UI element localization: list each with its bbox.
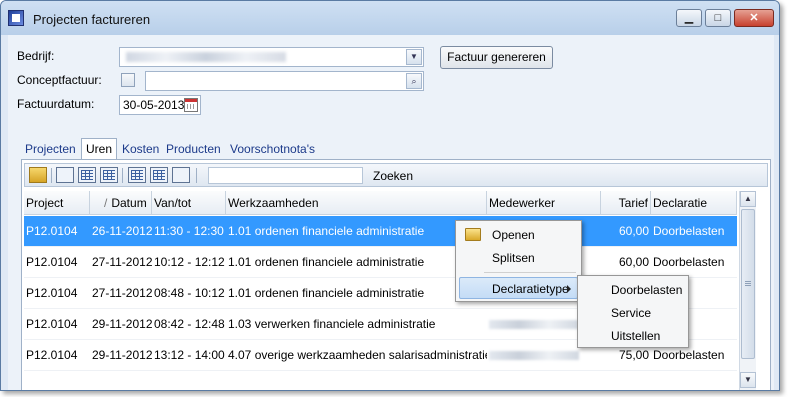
- tab-uren[interactable]: Uren: [81, 138, 118, 160]
- tab-producten[interactable]: Producten: [162, 139, 225, 159]
- grid-header: Project / Datum Van/tot Werkzaamheden Med…: [24, 191, 737, 215]
- cell-datum: 27-11-2012: [92, 255, 152, 269]
- close-button[interactable]: ✕: [734, 9, 774, 27]
- cell-project: P12.0104: [26, 348, 78, 362]
- cell-project: P12.0104: [26, 255, 78, 269]
- menu-item-openen-label: Openen: [492, 228, 535, 242]
- factuur-genereren-button[interactable]: Factuur genereren: [440, 46, 553, 69]
- chevron-down-icon[interactable]: ▼: [406, 49, 422, 65]
- open-folder-icon: [465, 228, 481, 241]
- datum-label: Factuurdatum:: [17, 97, 95, 111]
- vertical-scrollbar[interactable]: ▲ ▼: [739, 191, 756, 390]
- cell-werkzaamheden: 1.01 ordenen financiele administratie: [228, 255, 425, 269]
- grid-view-icon[interactable]: [78, 167, 96, 183]
- tab-projecten[interactable]: Projecten: [21, 139, 80, 159]
- scrollbar-thumb[interactable]: [741, 209, 755, 359]
- cell-datum: 29-11-2012: [92, 317, 152, 331]
- edit-icon[interactable]: [172, 167, 190, 183]
- cell-declaratie: Doorbelasten: [653, 255, 725, 269]
- cell-werkzaamheden: 1.01 ordenen financiele administratie: [228, 286, 425, 300]
- menu-item-splitsen-label: Splitsen: [492, 251, 535, 265]
- grid-delete-icon[interactable]: [100, 167, 118, 183]
- toolbar-separator: [196, 168, 197, 183]
- factuurdatum-field[interactable]: 30-05-2013: [119, 95, 201, 115]
- col-project[interactable]: Project: [24, 191, 90, 215]
- submenu-item-doorbelasten[interactable]: Doorbelasten: [581, 279, 685, 301]
- col-medewerker[interactable]: Medewerker: [487, 191, 601, 215]
- col-declaratie[interactable]: Declaratie: [651, 191, 737, 215]
- bedrijf-combo[interactable]: ▼: [119, 47, 424, 67]
- cell-vantot: 10:12 - 12:12: [154, 255, 225, 269]
- concept-label: Conceptfactuur:: [17, 73, 102, 87]
- factuurdatum-value: 30-05-2013: [123, 98, 185, 112]
- app-icon: [8, 10, 24, 26]
- search-label[interactable]: Zoeken: [373, 169, 413, 183]
- col-tarief[interactable]: Tarief: [601, 191, 651, 215]
- cell-werkzaamheden: 4.07 overige werkzaamheden salarisadmini…: [228, 348, 487, 362]
- grid-toolbar: Zoeken: [24, 163, 768, 187]
- table-row[interactable]: P12.0104 26-11-2012 11:30 - 12:30 1.01 o…: [24, 216, 737, 247]
- cell-tarief: 60,00: [618, 255, 649, 269]
- calendar-icon[interactable]: [184, 98, 198, 112]
- toolbar-separator: [51, 168, 52, 183]
- cell-vantot: 08:48 - 10:12: [154, 286, 225, 300]
- cell-werkzaamheden: 1.03 verwerken financiele administratie: [228, 317, 436, 331]
- menu-item-splitsen[interactable]: Splitsen: [459, 247, 578, 269]
- col-werkzaamheden[interactable]: Werkzaamheden: [226, 191, 487, 215]
- col-datum-label: Datum: [111, 196, 147, 210]
- table-row[interactable]: P12.0104 27-11-2012 10:12 - 12:12 1.01 o…: [24, 247, 737, 278]
- cell-datum: 29-11-2012: [92, 348, 152, 362]
- cell-vantot: 08:42 - 12:48: [154, 317, 225, 331]
- grid-settings-icon[interactable]: [150, 167, 168, 183]
- tab-voorschotnotas[interactable]: Voorschotnota's: [226, 139, 319, 159]
- submenu-item-service[interactable]: Service: [581, 302, 685, 324]
- sort-indicator: /: [104, 196, 108, 210]
- scroll-up-icon[interactable]: ▲: [740, 191, 756, 207]
- concept-checkbox[interactable]: [121, 73, 135, 87]
- menu-item-declaratietype[interactable]: Declaratietype: [459, 277, 578, 299]
- cell-datum: 27-11-2012: [92, 286, 152, 300]
- submenu-arrow-icon: [567, 285, 571, 293]
- scroll-down-icon[interactable]: ▼: [740, 372, 756, 388]
- cell-datum: 26-11-2012: [92, 224, 152, 238]
- window-title: Projecten factureren: [33, 12, 151, 27]
- col-vantot[interactable]: Van/tot: [152, 191, 226, 215]
- bedrijf-value-redacted: [126, 52, 286, 62]
- open-folder-icon[interactable]: [29, 167, 47, 183]
- tab-kosten[interactable]: Kosten: [118, 139, 163, 159]
- bedrijf-label: Bedrijf:: [17, 49, 55, 63]
- menu-item-openen[interactable]: Openen: [459, 224, 578, 246]
- cell-declaratie: Doorbelasten: [653, 224, 725, 238]
- maximize-button[interactable]: □: [705, 9, 731, 27]
- search-input[interactable]: [208, 167, 363, 184]
- submenu-item-uitstellen[interactable]: Uitstellen: [581, 325, 685, 347]
- menu-separator: [484, 272, 576, 273]
- cell-vantot: 11:30 - 12:30: [154, 224, 224, 238]
- cell-vantot: 13:12 - 14:00: [154, 348, 225, 362]
- declaratietype-submenu: Doorbelasten Service Uitstellen: [577, 275, 689, 348]
- export-excel-icon[interactable]: [128, 167, 146, 183]
- minimize-button[interactable]: ▁: [676, 9, 702, 27]
- cell-tarief: 60,00: [618, 224, 649, 238]
- cell-werkzaamheden: 1.01 ordenen financiele administratie: [228, 224, 425, 238]
- lookup-icon[interactable]: ⌕: [406, 73, 422, 89]
- context-menu: Openen Splitsen Declaratietype: [455, 220, 582, 302]
- menu-item-declaratietype-label: Declaratietype: [492, 282, 569, 296]
- cell-project: P12.0104: [26, 224, 78, 238]
- title-bar[interactable]: Projecten factureren ▁ □ ✕: [1, 1, 779, 35]
- cell-project: P12.0104: [26, 286, 78, 300]
- toolbar-separator: [122, 168, 123, 183]
- col-datum[interactable]: / Datum: [90, 191, 152, 215]
- cell-project: P12.0104: [26, 317, 78, 331]
- concept-field[interactable]: ⌕: [145, 71, 424, 91]
- print-icon[interactable]: [56, 167, 74, 183]
